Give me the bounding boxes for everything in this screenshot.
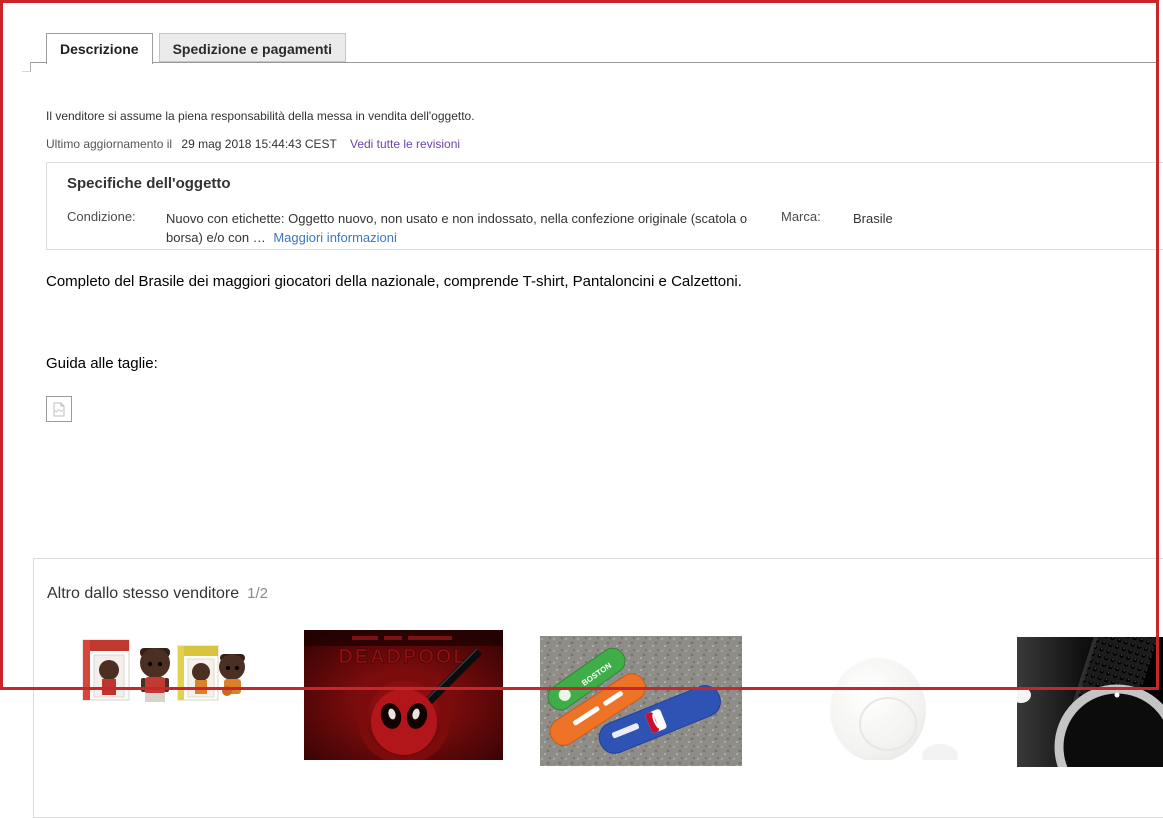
broken-image-icon (46, 396, 72, 422)
brand-label: Marca: (781, 209, 821, 224)
product-thumbnail-white-earphone[interactable] (790, 630, 961, 760)
more-from-seller-label: Altro dallo stesso venditore (47, 585, 240, 602)
tab-bar: Descrizione Spedizione e pagamenti (46, 33, 347, 64)
last-update-timestamp: 29 mag 2018 15:44:43 CEST (181, 137, 337, 151)
more-info-link[interactable]: Maggiori informazioni (273, 230, 397, 245)
item-specifics-title: Specifiche dell'oggetto (67, 175, 231, 192)
condition-label: Condizione: (67, 209, 136, 224)
seller-responsibility-text: Il venditore si assume la piena responsa… (46, 109, 475, 123)
carousel-page-indicator: 1/2 (247, 585, 268, 602)
view-revisions-link[interactable]: Vedi tutte le revisioni (350, 137, 460, 151)
product-thumbnail-black-mesh-watch[interactable] (1017, 637, 1163, 767)
condition-text: Nuovo con etichette: Oggetto nuovo, non … (166, 211, 748, 245)
tab-shipping-payments[interactable]: Spedizione e pagamenti (158, 33, 347, 62)
brand-value: Brasile (853, 211, 893, 226)
product-thumbnail-nba-wristbands[interactable]: BOSTON (540, 636, 742, 766)
condition-value: Nuovo con etichette: Oggetto nuovo, non … (166, 209, 784, 247)
tab-description[interactable]: Descrizione (46, 33, 153, 64)
last-update-line: Ultimo aggiornamento il 29 mag 2018 15:4… (46, 137, 460, 151)
last-update-label: Ultimo aggiornamento il (46, 137, 173, 151)
poster-title-text: DEADPOOL (338, 646, 467, 668)
item-description-text: Completo del Brasile dei maggiori giocat… (46, 273, 742, 290)
product-thumbnail-deadpool-poster[interactable]: DEADPOOL (304, 630, 503, 760)
tab-divider-step (22, 62, 31, 72)
more-from-seller-title: Altro dallo stesso venditore 1/2 (47, 585, 268, 603)
product-thumbnail-funko-pop-nba-figures[interactable] (80, 630, 252, 760)
item-specifics-box: Specifiche dell'oggetto Condizione: Nuov… (46, 162, 1163, 250)
size-guide-label: Guida alle taglie: (46, 355, 158, 372)
